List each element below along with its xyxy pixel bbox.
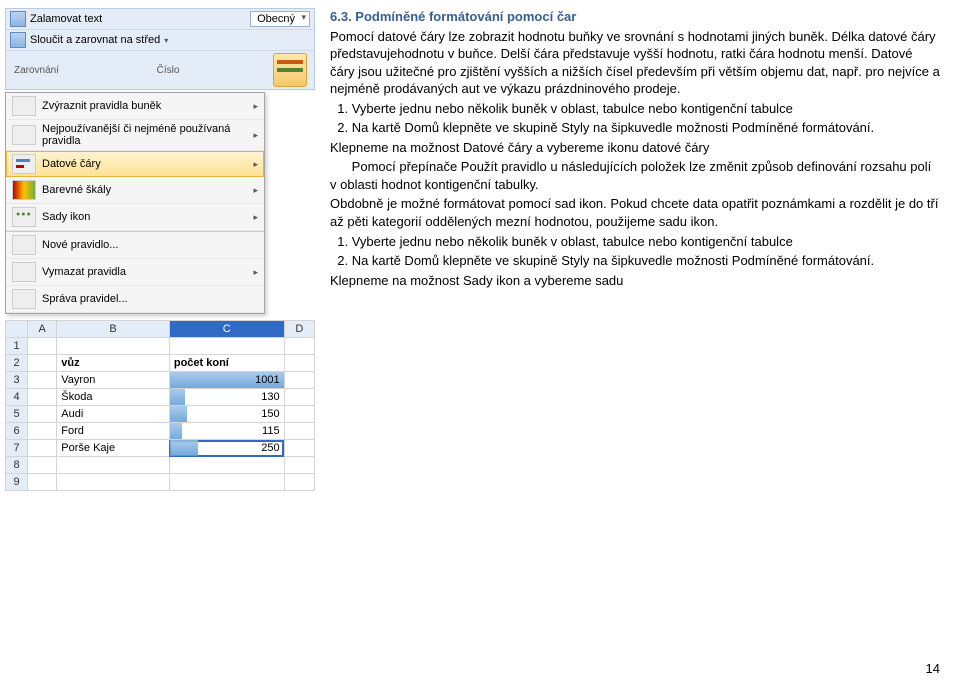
table-cell[interactable]: Škoda [57,389,170,406]
chevron-right-icon: ▸ [253,212,258,223]
merge-center-icon[interactable] [10,32,26,48]
highlight-cells-icon [12,96,36,116]
paragraph: Pomocí přepínače Použít pravidlo u násle… [330,158,940,193]
table-cell[interactable]: 150 [169,406,284,423]
menu-highlight-rules[interactable]: Zvýraznit pravidla buněk ▸ [6,93,264,120]
number-group-label: Číslo [153,64,184,77]
row-header[interactable]: 7 [6,440,28,457]
wrap-text-icon[interactable] [10,11,26,27]
data-bars-icon [12,154,36,174]
table-cell[interactable]: 130 [169,389,284,406]
table-cell[interactable]: 115 [169,423,284,440]
menu-color-scales[interactable]: Barevné škály ▸ [6,177,264,204]
paragraph: Pomocí datové čáry lze zobrazit hodnotu … [330,28,940,98]
col-header[interactable]: A [28,321,57,338]
document-text: 6.3. Podmíněné formátování pomocí čar Po… [320,8,940,491]
merge-center-label: Sloučit a zarovnat na střed [30,34,160,46]
col-header[interactable]: C [169,321,284,338]
section-heading: 6.3. Podmíněné formátování pomocí čar [330,8,940,26]
chevron-right-icon: ▸ [253,101,258,112]
col-header[interactable]: D [284,321,314,338]
top-bottom-icon [12,125,36,145]
chevron-down-icon[interactable]: ▾ [164,36,172,45]
paragraph: Klepneme na možnost Sady ikon a vybereme… [330,272,940,290]
row-header[interactable]: 5 [6,406,28,423]
color-scales-icon [12,180,36,200]
row-header[interactable]: 9 [6,474,28,491]
row-header[interactable]: 1 [6,338,28,355]
menu-manage-rules[interactable]: Správa pravidel... [6,286,264,313]
menu-top-bottom[interactable]: Nejpoužívanější či nejméně používaná pra… [6,120,264,151]
menu-clear-rules[interactable]: Vymazat pravidla ▸ [6,259,264,286]
new-rule-icon [12,235,36,255]
row-header[interactable]: 4 [6,389,28,406]
header-cell[interactable]: vůz [57,355,170,372]
ribbon-fragment: Zalamovat text Obecný Sloučit a zarovnat… [5,8,315,90]
list-item: 1. Vyberte jednu nebo několik buněk v ob… [330,233,940,251]
spreadsheet-preview: A B C D 1 2 vůz počet koní 3 Vayron 1001 [5,320,315,491]
table-cell[interactable]: Porše Kaje [57,440,170,457]
menu-icon-sets[interactable]: Sady ikon ▸ [6,204,264,231]
manage-rules-icon [12,289,36,309]
clear-rules-icon [12,262,36,282]
table-cell[interactable]: Vayron [57,372,170,389]
paragraph: Obdobně je možné formátovat pomocí sad i… [330,195,940,230]
row-header[interactable]: 8 [6,457,28,474]
chevron-right-icon: ▸ [253,130,258,141]
corner-cell[interactable] [6,321,28,338]
table-cell[interactable]: Ford [57,423,170,440]
page-number: 14 [926,661,940,676]
list-item: 1. Vyberte jednu nebo několik buněk v ob… [330,100,940,118]
col-header[interactable]: B [57,321,170,338]
wrap-text-label: Zalamovat text [30,13,102,25]
menu-new-rule[interactable]: Nové pravidlo... [6,231,264,259]
number-format-dropdown[interactable]: Obecný [250,11,310,27]
conditional-formatting-icon[interactable] [273,53,307,87]
table-cell[interactable]: Audi [57,406,170,423]
header-cell[interactable]: počet koní [169,355,284,372]
chevron-right-icon: ▸ [253,267,258,278]
alignment-group-label: Zarovnání [10,64,63,77]
table-cell[interactable]: 1001 [169,372,284,389]
list-item: 2. Na kartě Domů klepněte ve skupině Sty… [330,252,940,270]
chevron-right-icon: ▸ [253,159,258,170]
menu-data-bars[interactable]: Datové čáry ▸ [6,151,264,177]
conditional-format-menu: Zvýraznit pravidla buněk ▸ Nejpoužívaněj… [5,92,265,314]
row-header[interactable]: 2 [6,355,28,372]
icon-sets-icon [12,207,36,227]
paragraph: Klepneme na možnost Datové čáry a vybere… [330,139,940,157]
list-item: 2. Na kartě Domů klepněte ve skupině Sty… [330,119,940,137]
row-header[interactable]: 6 [6,423,28,440]
row-header[interactable]: 3 [6,372,28,389]
table-cell[interactable]: 250 [169,440,284,457]
chevron-right-icon: ▸ [253,185,258,196]
